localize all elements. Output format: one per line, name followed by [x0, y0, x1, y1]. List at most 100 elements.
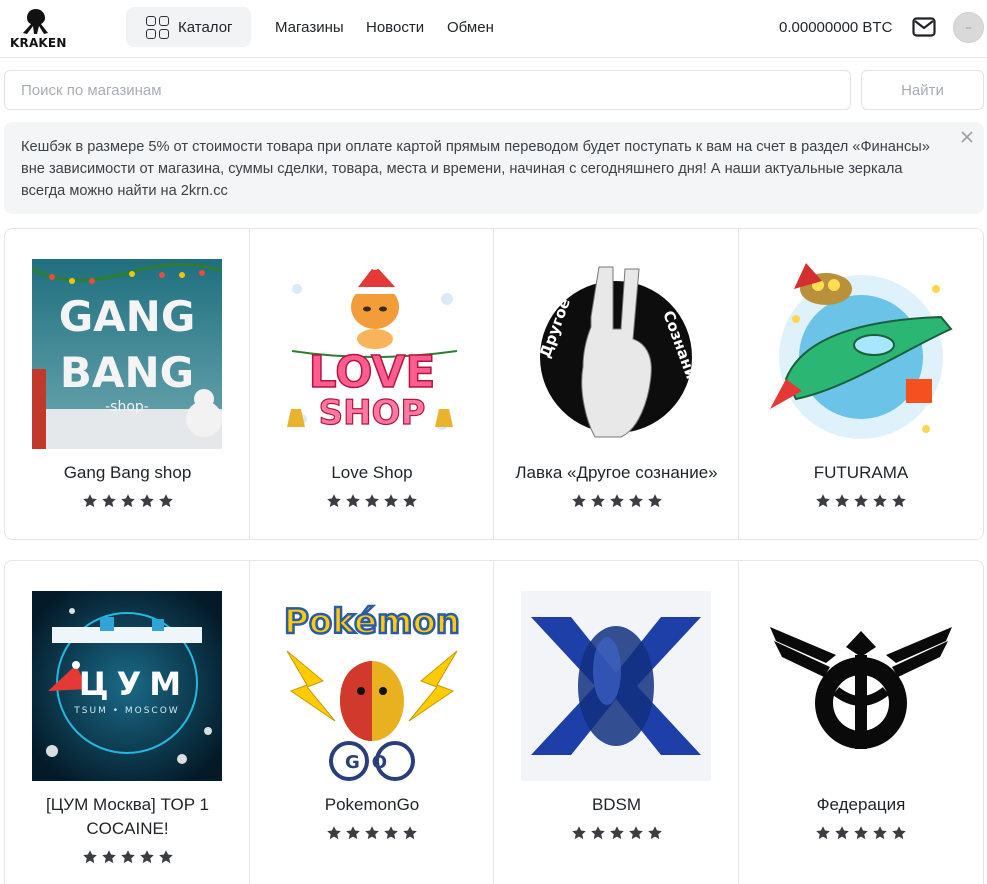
star-icon — [590, 826, 605, 840]
star-icon — [384, 826, 398, 840]
star-icon — [158, 494, 173, 508]
btc-balance[interactable]: 0.00000000 BTC — [779, 19, 892, 36]
star-icon — [873, 494, 887, 508]
store-name[interactable]: FUTURAMA — [749, 461, 974, 485]
star-icon — [609, 826, 624, 840]
store-logo-tsum: ЦУМ TSUM • MOSCOW — [32, 591, 222, 781]
mail-icon[interactable] — [912, 16, 936, 38]
star-icon — [835, 494, 849, 508]
nav-catalog-button[interactable]: Каталог — [126, 7, 251, 47]
star-icon — [365, 494, 379, 508]
search-button[interactable]: Найти — [861, 70, 984, 110]
star-icon — [139, 850, 154, 864]
star-icon — [854, 826, 868, 840]
star-icon — [590, 494, 605, 508]
svg-text:LOVE: LOVE — [308, 347, 435, 398]
avatar[interactable]: •••• — [953, 12, 984, 43]
store-search-input[interactable] — [4, 70, 851, 110]
logo-text: KRAKEN — [10, 36, 67, 50]
store-logo-pokemongo: Pokémon GO — [276, 591, 467, 781]
store-name[interactable]: BDSM — [504, 793, 729, 817]
star-icon — [647, 826, 662, 840]
star-icon — [120, 494, 135, 508]
kraken-logo[interactable]: KRAKEN — [10, 8, 66, 50]
star-icon — [816, 494, 830, 508]
star-icon — [571, 826, 586, 840]
star-icon — [327, 826, 341, 840]
store-rating — [250, 825, 495, 841]
store-card[interactable]: ЦУМ TSUM • MOSCOW [ЦУМ Москва] TOP 1 COC… — [5, 561, 250, 884]
notice-text: Кешбэк в размере 5% от стоимости товара … — [21, 139, 930, 199]
store-card[interactable]: GANG BANG -shop- Gang Bang shop — [5, 229, 250, 539]
store-name[interactable]: Федерация — [749, 793, 974, 817]
star-icon — [873, 826, 887, 840]
star-icon — [628, 826, 643, 840]
nav-catalog-label: Каталог — [178, 18, 233, 36]
svg-text:ЦУМ: ЦУМ — [79, 665, 189, 703]
star-icon — [892, 494, 906, 508]
star-icon — [403, 826, 417, 840]
svg-text:GO: GO — [344, 752, 398, 773]
store-logo-futurama — [765, 259, 956, 449]
svg-text:TSUM • MOSCOW: TSUM • MOSCOW — [73, 706, 179, 716]
store-card[interactable]: Федерация — [739, 561, 984, 884]
store-name[interactable]: Gang Bang shop — [15, 461, 240, 485]
store-rating — [494, 825, 739, 841]
nav-news-link[interactable]: Новости — [366, 19, 424, 36]
store-card[interactable]: FUTURAMA — [739, 229, 984, 539]
star-icon — [384, 494, 398, 508]
store-name[interactable]: [ЦУМ Москва] TOP 1 COCAINE! — [15, 793, 240, 841]
star-icon — [346, 826, 360, 840]
star-icon — [158, 850, 173, 864]
store-card[interactable]: Другое Сознание Лавка «Другое сознание» — [494, 229, 739, 539]
star-icon — [892, 826, 906, 840]
store-name[interactable]: PokemonGo — [260, 793, 485, 817]
top-header: KRAKEN Каталог Магазины Новости Обмен 0.… — [0, 0, 987, 58]
store-card[interactable]: BDSM — [494, 561, 739, 884]
cashback-notice: Кешбэк в размере 5% от стоимости товара … — [4, 122, 984, 214]
store-card[interactable]: LOVE SHOP Love Shop — [250, 229, 495, 539]
store-rating — [5, 849, 250, 865]
store-card[interactable]: Pokémon GO PokemonGo — [250, 561, 495, 884]
star-icon — [628, 494, 643, 508]
star-icon — [327, 494, 341, 508]
store-logo-federatsiya — [765, 591, 956, 781]
star-icon — [82, 494, 97, 508]
star-icon — [835, 826, 849, 840]
store-logo-drugoe-soznanie: Другое Сознание — [521, 259, 711, 449]
nav-exchange-link[interactable]: Обмен — [447, 19, 494, 36]
store-logo-love-shop: LOVE SHOP — [276, 259, 467, 449]
star-icon — [346, 494, 360, 508]
star-icon — [403, 494, 417, 508]
store-logo-bdsm — [521, 591, 711, 781]
store-rating — [494, 493, 739, 509]
nav-stores-link[interactable]: Магазины — [275, 19, 344, 36]
star-icon — [647, 494, 662, 508]
star-icon — [101, 850, 116, 864]
store-name[interactable]: Лавка «Другое сознание» — [504, 461, 729, 485]
star-icon — [571, 494, 586, 508]
star-icon — [365, 826, 379, 840]
svg-text:SHOP: SHOP — [318, 393, 425, 433]
svg-text:BANG: BANG — [60, 348, 194, 397]
store-rating — [739, 825, 984, 841]
store-row: GANG BANG -shop- Gang Bang shop LOVE SHO… — [4, 228, 984, 540]
store-row: ЦУМ TSUM • MOSCOW [ЦУМ Москва] TOP 1 COC… — [4, 560, 984, 884]
svg-text:-shop-: -shop- — [105, 399, 149, 415]
star-icon — [139, 494, 154, 508]
store-name[interactable]: Love Shop — [260, 461, 485, 485]
close-icon[interactable] — [960, 130, 974, 144]
kraken-logo-icon — [23, 9, 48, 34]
store-rating — [739, 493, 984, 509]
svg-text:Pokémon: Pokémon — [283, 602, 459, 642]
star-icon — [101, 494, 116, 508]
star-icon — [609, 494, 624, 508]
star-icon — [120, 850, 135, 864]
star-icon — [816, 826, 830, 840]
svg-text:GANG: GANG — [59, 292, 196, 341]
store-rating — [250, 493, 495, 509]
store-rating — [5, 493, 250, 509]
star-icon — [82, 850, 97, 864]
star-icon — [854, 494, 868, 508]
store-logo-gang-bang: GANG BANG -shop- — [32, 259, 222, 449]
